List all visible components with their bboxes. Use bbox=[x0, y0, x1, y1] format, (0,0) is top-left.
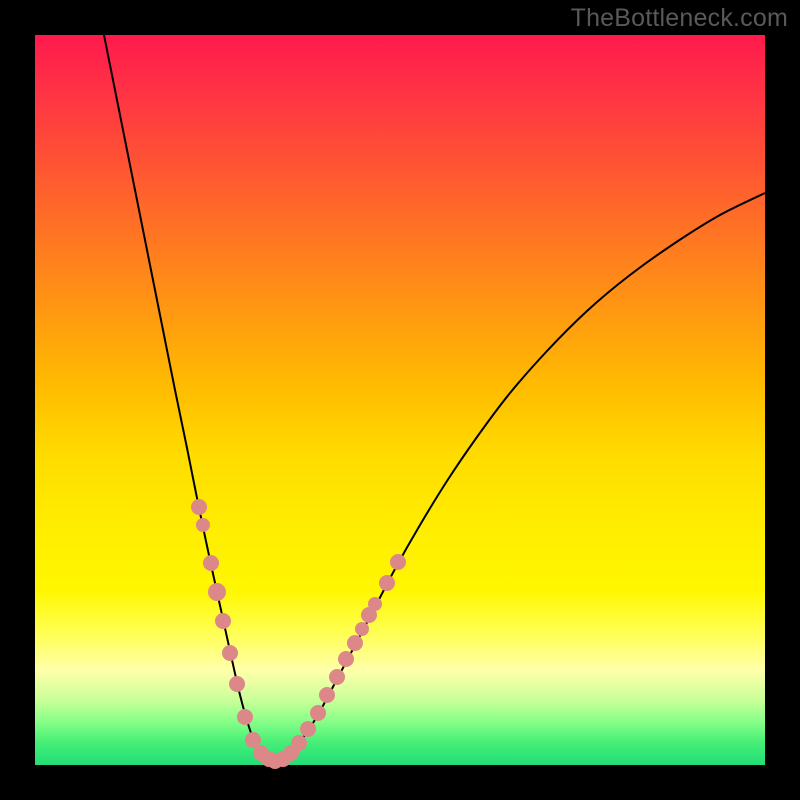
data-marker bbox=[368, 597, 382, 611]
marker-group bbox=[191, 499, 406, 769]
data-marker bbox=[196, 518, 210, 532]
data-marker bbox=[338, 651, 354, 667]
left-curve bbox=[103, 30, 273, 761]
data-marker bbox=[237, 709, 253, 725]
data-marker bbox=[355, 622, 369, 636]
data-marker bbox=[319, 687, 335, 703]
data-marker bbox=[208, 583, 226, 601]
data-marker bbox=[229, 676, 245, 692]
data-marker bbox=[310, 705, 326, 721]
data-marker bbox=[379, 575, 395, 591]
plot-area bbox=[35, 35, 765, 765]
data-marker bbox=[203, 555, 219, 571]
data-marker bbox=[390, 554, 406, 570]
data-marker bbox=[191, 499, 207, 515]
data-marker bbox=[291, 735, 307, 751]
data-marker bbox=[222, 645, 238, 661]
watermark-text: TheBottleneck.com bbox=[571, 4, 788, 33]
curve-layer bbox=[35, 35, 765, 765]
data-marker bbox=[347, 635, 363, 651]
right-curve bbox=[273, 193, 765, 761]
data-marker bbox=[329, 669, 345, 685]
data-marker bbox=[215, 613, 231, 629]
data-marker bbox=[300, 721, 316, 737]
chart-frame: TheBottleneck.com bbox=[0, 0, 800, 800]
